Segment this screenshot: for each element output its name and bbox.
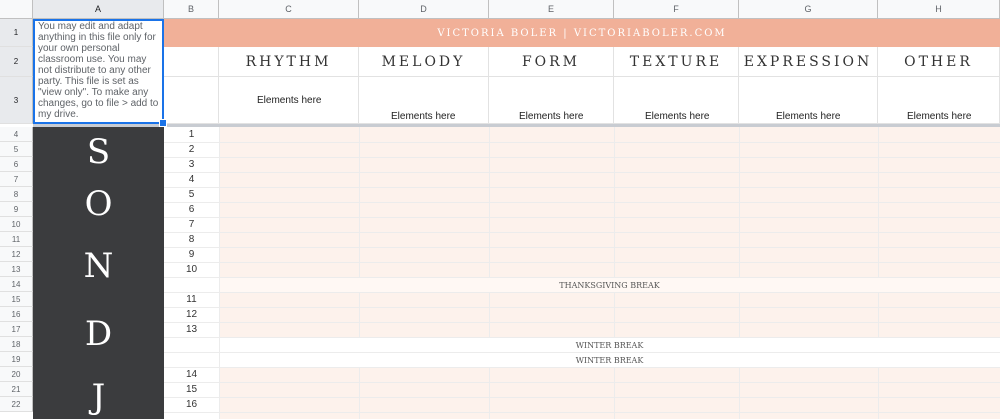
select-all-corner[interactable] — [0, 0, 33, 19]
elements-placeholder-other: Elements here — [907, 111, 972, 122]
banner-title: VICTORIA BOLER | VICTORIABOLER.COM — [164, 19, 1000, 47]
row-header[interactable]: 12 — [0, 247, 33, 262]
column-header-h[interactable]: H — [878, 0, 1000, 19]
month-letter: D — [84, 314, 113, 354]
freeze-divider[interactable] — [33, 124, 1000, 127]
week-number[interactable]: 15 — [164, 384, 219, 395]
month-letter: O — [84, 184, 113, 224]
fill-handle[interactable] — [159, 119, 167, 127]
week-rows-area[interactable] — [219, 367, 1000, 419]
column-header-f[interactable]: F — [614, 0, 739, 19]
month-letter: J — [91, 377, 106, 417]
row-header[interactable]: 10 — [0, 217, 33, 232]
week-number[interactable]: 11 — [164, 294, 219, 305]
month-letter: N — [83, 246, 114, 286]
column-header-g[interactable]: G — [739, 0, 878, 19]
winter-break-label: WINTER BREAK — [575, 356, 644, 365]
week-rows-area[interactable] — [219, 127, 1000, 277]
week-number[interactable]: 8 — [164, 234, 219, 245]
category-other[interactable]: OTHER — [878, 47, 1000, 77]
row-header[interactable]: 18 — [0, 337, 33, 352]
week-number[interactable]: 12 — [164, 309, 219, 320]
thanksgiving-break-label: THANKSGIVING BREAK — [559, 281, 660, 290]
column-header-a[interactable]: A — [33, 0, 164, 19]
cell[interactable] — [164, 47, 219, 77]
row-header[interactable]: 17 — [0, 322, 33, 337]
row-header[interactable]: 11 — [0, 232, 33, 247]
row-header[interactable]: 7 — [0, 172, 33, 187]
row-header[interactable]: 8 — [0, 187, 33, 202]
week-number[interactable]: 3 — [164, 159, 219, 170]
week-number[interactable]: 14 — [164, 369, 219, 380]
row-header[interactable]: 21 — [0, 382, 33, 397]
column-header-c[interactable]: C — [219, 0, 359, 19]
elements-placeholder-melody: Elements here — [391, 111, 456, 122]
row-header[interactable]: 22 — [0, 397, 33, 412]
row-header[interactable]: 13 — [0, 262, 33, 277]
week-number[interactable]: 4 — [164, 174, 219, 185]
elements-placeholder-rhythm: Elements here — [257, 95, 322, 106]
winter-break-label: WINTER BREAK — [575, 341, 644, 350]
row-header[interactable]: 20 — [0, 367, 33, 382]
elements-placeholder-texture: Elements here — [645, 111, 710, 122]
category-expression[interactable]: EXPRESSION — [739, 47, 878, 77]
week-number[interactable]: 9 — [164, 249, 219, 260]
row-header[interactable]: 2 — [0, 47, 33, 77]
column-header-d[interactable]: D — [359, 0, 489, 19]
month-letter: S — [86, 132, 111, 172]
week-number[interactable]: 13 — [164, 324, 219, 335]
row-header[interactable]: 1 — [0, 19, 33, 47]
week-number[interactable]: 1 — [164, 129, 219, 140]
column-header-e[interactable]: E — [489, 0, 614, 19]
week-number[interactable]: 16 — [164, 399, 219, 410]
elements-placeholder-expression: Elements here — [776, 111, 841, 122]
selected-note-cell[interactable]: You may edit and adapt anything in this … — [33, 19, 164, 124]
row-header[interactable]: 5 — [0, 142, 33, 157]
elements-placeholder-form: Elements here — [519, 111, 584, 122]
row-header[interactable]: 14 — [0, 277, 33, 292]
category-form[interactable]: FORM — [489, 47, 614, 77]
row-header[interactable]: 4 — [0, 127, 33, 142]
week-number[interactable]: 7 — [164, 219, 219, 230]
row-header[interactable]: 9 — [0, 202, 33, 217]
week-number[interactable]: 2 — [164, 144, 219, 155]
column-header-b[interactable]: B — [164, 0, 219, 19]
cell[interactable] — [164, 77, 219, 124]
note-text: You may edit and adapt anything in this … — [38, 21, 159, 120]
category-texture[interactable]: TEXTURE — [614, 47, 739, 77]
row-header[interactable]: 6 — [0, 157, 33, 172]
category-melody[interactable]: MELODY — [359, 47, 489, 77]
row-header[interactable]: 15 — [0, 292, 33, 307]
spreadsheet-grid[interactable]: A B C D E F G H 1 2 3 4 5 6 7 8 9 10 11 … — [0, 0, 1000, 419]
week-rows-area[interactable] — [219, 292, 1000, 337]
week-number[interactable]: 10 — [164, 264, 219, 275]
week-number[interactable]: 5 — [164, 189, 219, 200]
row-header[interactable]: 16 — [0, 307, 33, 322]
row-header[interactable]: 3 — [0, 77, 33, 124]
row-header[interactable]: 19 — [0, 352, 33, 367]
week-number[interactable]: 6 — [164, 204, 219, 215]
category-rhythm[interactable]: RHYTHM — [219, 47, 359, 77]
